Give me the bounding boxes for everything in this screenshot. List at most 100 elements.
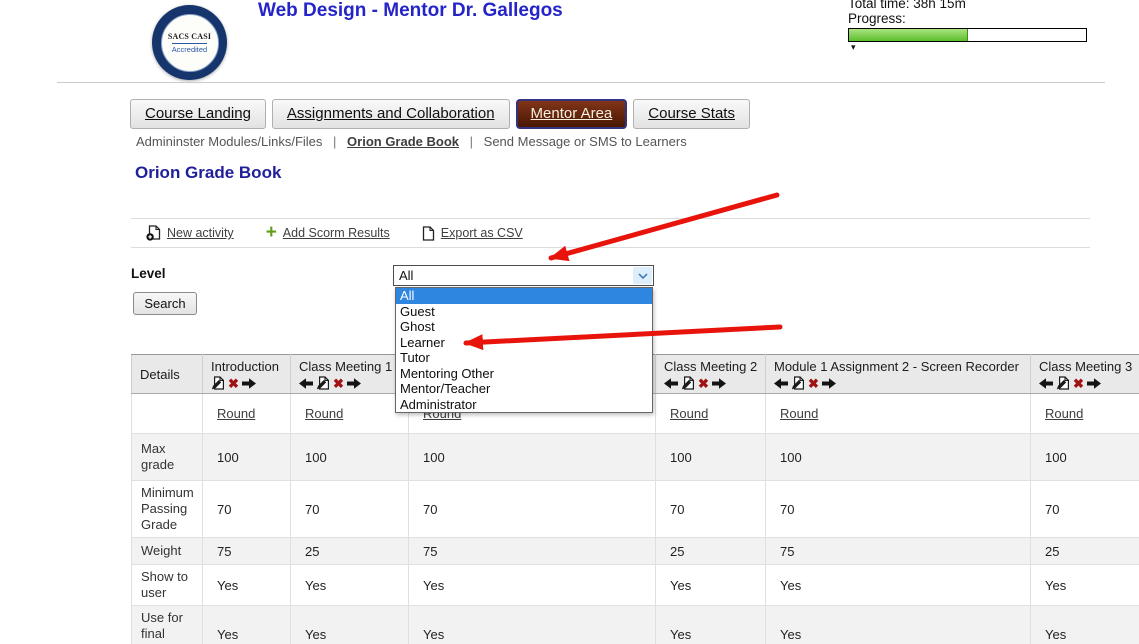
tab-course-landing[interactable]: Course Landing [130,99,266,129]
progress-caret-icon[interactable]: ▾ [851,43,1093,52]
progress-bar [848,28,1087,42]
move-left-icon[interactable] [664,377,678,390]
activity-title: Introduction [211,359,286,374]
round-link[interactable]: Round [217,406,255,421]
row-minimum-passing-grade: Minimum Passing Grade 70 70 70 70 70 70 [132,481,1139,538]
level-option-mentor-teacher[interactable]: Mentor/Teacher [396,381,652,397]
round-link[interactable]: Round [305,406,343,421]
cell-value: 25 [291,538,409,565]
cell-value: Yes [203,606,291,644]
gradebook-toolbar: New activity + Add Scorm Results Export … [131,218,1090,248]
level-option-tutor[interactable]: Tutor [396,350,652,366]
row-max-grade: Max grade 100 100 100 100 100 100 [132,434,1139,481]
move-left-icon[interactable] [299,377,313,390]
cell-value: Yes [766,565,1031,606]
mentor-subnav: Admininster Modules/Links/Files | Orion … [136,134,687,149]
cell-value: 70 [1031,481,1139,538]
row-label: Max grade [132,434,203,481]
cell-value: Yes [656,606,766,644]
cell-value: 70 [656,481,766,538]
move-right-icon[interactable] [822,377,836,390]
edit-activity-icon[interactable] [316,376,330,390]
cell-value: Yes [766,606,1031,644]
time-progress-panel: Total time: 38h 15m Progress: ▾ [848,0,1093,52]
cell-value: Yes [291,606,409,644]
export-as-csv-tool[interactable]: Export as CSV [422,226,523,241]
mentor-area-page: SACS CASI Accredited Web Design - Mentor… [0,0,1139,644]
edit-activity-icon[interactable] [791,376,805,390]
subnav-separator: | [470,134,473,149]
delete-activity-icon[interactable]: ✖ [698,377,709,390]
level-option-guest[interactable]: Guest [396,304,652,320]
export-as-csv-link[interactable]: Export as CSV [441,226,523,240]
cell-value: 100 [1031,434,1139,481]
new-activity-link[interactable]: New activity [167,226,234,240]
level-option-administrator[interactable]: Administrator [396,397,652,413]
row-label: Use for final grade [132,606,203,644]
cell-value: 100 [409,434,656,481]
column-header-class-meeting-2: Class Meeting 2 ✖ [656,355,766,394]
details-column-header: Details [132,355,203,394]
add-scorm-results-link[interactable]: Add Scorm Results [283,226,390,240]
course-title: Web Design - Mentor Dr. Gallegos [258,0,563,22]
row-use-for-final-grade: Use for final grade Yes Yes Yes Yes Yes … [132,606,1139,644]
add-scorm-results-tool[interactable]: + Add Scorm Results [266,226,390,240]
cell-value: 75 [766,538,1031,565]
column-header-class-meeting-1: Class Meeting 1 ✖ [291,355,409,394]
delete-activity-icon[interactable]: ✖ [333,377,344,390]
move-right-icon[interactable] [1087,377,1101,390]
row-weight: Weight 75 25 75 25 75 25 [132,538,1139,565]
tab-assignments-and-collaboration[interactable]: Assignments and Collaboration [272,99,510,129]
level-option-mentoring-other[interactable]: Mentoring Other [396,366,652,382]
move-left-icon[interactable] [1039,377,1053,390]
cell-value: Yes [291,565,409,606]
progress-label: Progress: [848,11,1093,26]
new-activity-tool[interactable]: New activity [146,225,234,241]
delete-activity-icon[interactable]: ✖ [1073,377,1084,390]
main-tabs: Course Landing Assignments and Collabora… [130,99,750,129]
round-link[interactable]: Round [780,406,818,421]
subnav-send-message-link[interactable]: Send Message or SMS to Learners [484,134,687,149]
cell-value: 75 [409,538,656,565]
row-label: Show to user [132,565,203,606]
column-header-module-1-assignment-2: Module 1 Assignment 2 - Screen Recorder … [766,355,1031,394]
search-button[interactable]: Search [133,292,197,315]
subnav-administer-modules-link[interactable]: Admininster Modules/Links/Files [136,134,322,149]
activity-title: Class Meeting 1 [299,359,404,374]
round-link[interactable]: Round [1045,406,1083,421]
seal-center: SACS CASI Accredited [161,14,219,72]
edit-activity-icon[interactable] [1056,376,1070,390]
edit-activity-icon[interactable] [681,376,695,390]
cell-value: 100 [766,434,1031,481]
seal-text: SACS CASI [168,32,211,41]
tab-course-stats[interactable]: Course Stats [633,99,750,129]
cell-value: 100 [291,434,409,481]
level-option-learner[interactable]: Learner [396,335,652,351]
subnav-orion-grade-book-link[interactable]: Orion Grade Book [347,134,459,149]
column-header-introduction: Introduction ✖ [203,355,291,394]
sacs-casi-accreditation-seal: SACS CASI Accredited [152,5,227,80]
activity-title: Class Meeting 2 [664,359,761,374]
delete-activity-icon[interactable]: ✖ [228,377,239,390]
level-select-value: All [394,268,633,283]
level-label: Level [131,266,166,281]
edit-activity-icon[interactable] [211,376,225,390]
level-option-all[interactable]: All [396,288,652,304]
cell-value: Yes [409,606,656,644]
move-right-icon[interactable] [242,377,256,390]
cell-value: Yes [1031,606,1139,644]
move-right-icon[interactable] [712,377,726,390]
row-label: Weight [132,538,203,565]
level-select[interactable]: All [393,265,654,286]
header-divider [57,82,1105,83]
chevron-down-icon [638,273,648,279]
round-link[interactable]: Round [670,406,708,421]
level-option-ghost[interactable]: Ghost [396,319,652,335]
move-right-icon[interactable] [347,377,361,390]
tab-mentor-area[interactable]: Mentor Area [516,99,628,129]
delete-activity-icon[interactable]: ✖ [808,377,819,390]
move-left-icon[interactable] [774,377,788,390]
cell-value: Yes [409,565,656,606]
select-dropdown-button[interactable] [633,267,652,284]
level-dropdown-list: All Guest Ghost Learner Tutor Mentoring … [395,287,653,413]
